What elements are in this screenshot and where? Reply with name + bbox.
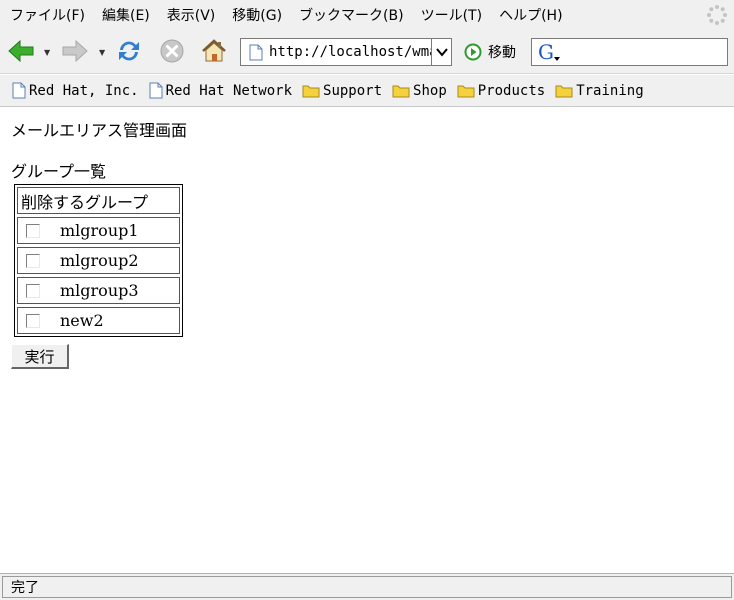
stop-icon <box>160 39 184 63</box>
forward-button[interactable] <box>60 36 90 66</box>
go-button[interactable]: 移動 <box>464 40 516 64</box>
search-box[interactable]: G <box>531 38 728 66</box>
bookmark-label: Shop <box>413 82 447 99</box>
forward-arrow-icon <box>62 39 88 63</box>
back-arrow-icon <box>8 39 34 63</box>
group-checkbox-mlgroup3[interactable] <box>26 283 40 298</box>
back-history-dropdown-icon[interactable]: ▼ <box>44 48 52 57</box>
bookmark-label: Red Hat, Inc. <box>29 82 139 99</box>
menu-bar: ファイル(F) 編集(E) 表示(V) 移動(G) ブックマーク(B) ツール(… <box>0 0 734 30</box>
group-name: mlgroup2 <box>60 251 139 270</box>
folder-icon <box>555 85 573 97</box>
table-row: mlgroup2 <box>17 247 180 274</box>
bookmark-label: Products <box>477 82 546 99</box>
table-row: new2 <box>17 307 180 334</box>
folder-icon <box>302 85 320 97</box>
bookmark-label: Red Hat Network <box>165 82 293 99</box>
navigation-toolbar: ▼ ▼ http://localhost/wmail/ <box>0 30 734 74</box>
menu-bookmarks[interactable]: ブックマーク(B) <box>299 5 404 25</box>
bookmark-folder-shop[interactable]: Shop <box>392 83 447 99</box>
chevron-down-icon <box>435 48 448 57</box>
url-input[interactable]: http://localhost/wmail/ <box>269 44 431 60</box>
url-bar[interactable]: http://localhost/wmail/ <box>240 38 452 66</box>
throbber-icon <box>707 5 727 25</box>
menu-help[interactable]: ヘルプ(H) <box>499 5 562 25</box>
menu-edit[interactable]: 編集(E) <box>102 5 150 25</box>
execute-button[interactable]: 実行 <box>11 344 69 369</box>
bookmark-red-hat-inc[interactable]: Red Hat, Inc. <box>12 82 139 99</box>
table-row: mlgroup3 <box>17 277 180 304</box>
menu-tools[interactable]: ツール(T) <box>421 5 482 25</box>
go-label: 移動 <box>488 45 516 61</box>
forward-history-dropdown-icon[interactable]: ▼ <box>99 48 107 57</box>
table-row: mlgroup1 <box>17 217 180 244</box>
page-title: メールエリアス管理画面 <box>11 121 188 140</box>
group-checkbox-mlgroup2[interactable] <box>26 253 40 268</box>
reload-button[interactable] <box>114 36 144 66</box>
table-header: 削除するグループ <box>17 187 180 214</box>
go-icon <box>464 43 482 61</box>
page-content: メールエリアス管理画面 グループ一覧 削除するグループ mlgroup1 mlg… <box>0 107 734 573</box>
section-title: グループ一覧 <box>11 162 107 181</box>
back-button[interactable] <box>6 36 36 66</box>
group-name: mlgroup1 <box>60 221 139 240</box>
bookmark-label: Training <box>576 82 644 99</box>
group-name: new2 <box>60 311 104 330</box>
status-bar: 完了 <box>0 573 734 600</box>
bookmark-folder-products[interactable]: Products <box>457 83 545 99</box>
group-name: mlgroup3 <box>60 281 139 300</box>
google-search-icon[interactable]: G <box>536 40 564 64</box>
group-table: 削除するグループ mlgroup1 mlgroup2 mlgroup3 new2 <box>14 184 183 337</box>
page-icon <box>149 82 163 99</box>
bookmarks-toolbar: Red Hat, Inc. Red Hat Network Support Sh… <box>0 75 734 107</box>
menu-go[interactable]: 移動(G) <box>232 5 282 25</box>
menu-view[interactable]: 表示(V) <box>167 5 216 25</box>
page-icon <box>12 82 26 99</box>
page-icon <box>249 44 263 60</box>
reload-icon <box>119 41 139 61</box>
svg-text:G: G <box>538 40 554 64</box>
bookmark-folder-training[interactable]: Training <box>555 82 644 99</box>
folder-icon <box>392 85 410 97</box>
group-checkbox-mlgroup1[interactable] <box>26 223 40 238</box>
home-button[interactable] <box>199 36 229 66</box>
folder-icon <box>457 85 475 97</box>
stop-button[interactable] <box>157 36 187 66</box>
bookmark-label: Support <box>323 82 383 99</box>
url-history-dropdown[interactable] <box>431 39 451 65</box>
status-text: 完了 <box>2 576 732 598</box>
home-icon <box>202 39 226 62</box>
bookmark-red-hat-network[interactable]: Red Hat Network <box>149 82 292 99</box>
bookmark-folder-support[interactable]: Support <box>302 83 382 99</box>
group-checkbox-new2[interactable] <box>26 313 40 328</box>
menu-file[interactable]: ファイル(F) <box>10 5 85 25</box>
